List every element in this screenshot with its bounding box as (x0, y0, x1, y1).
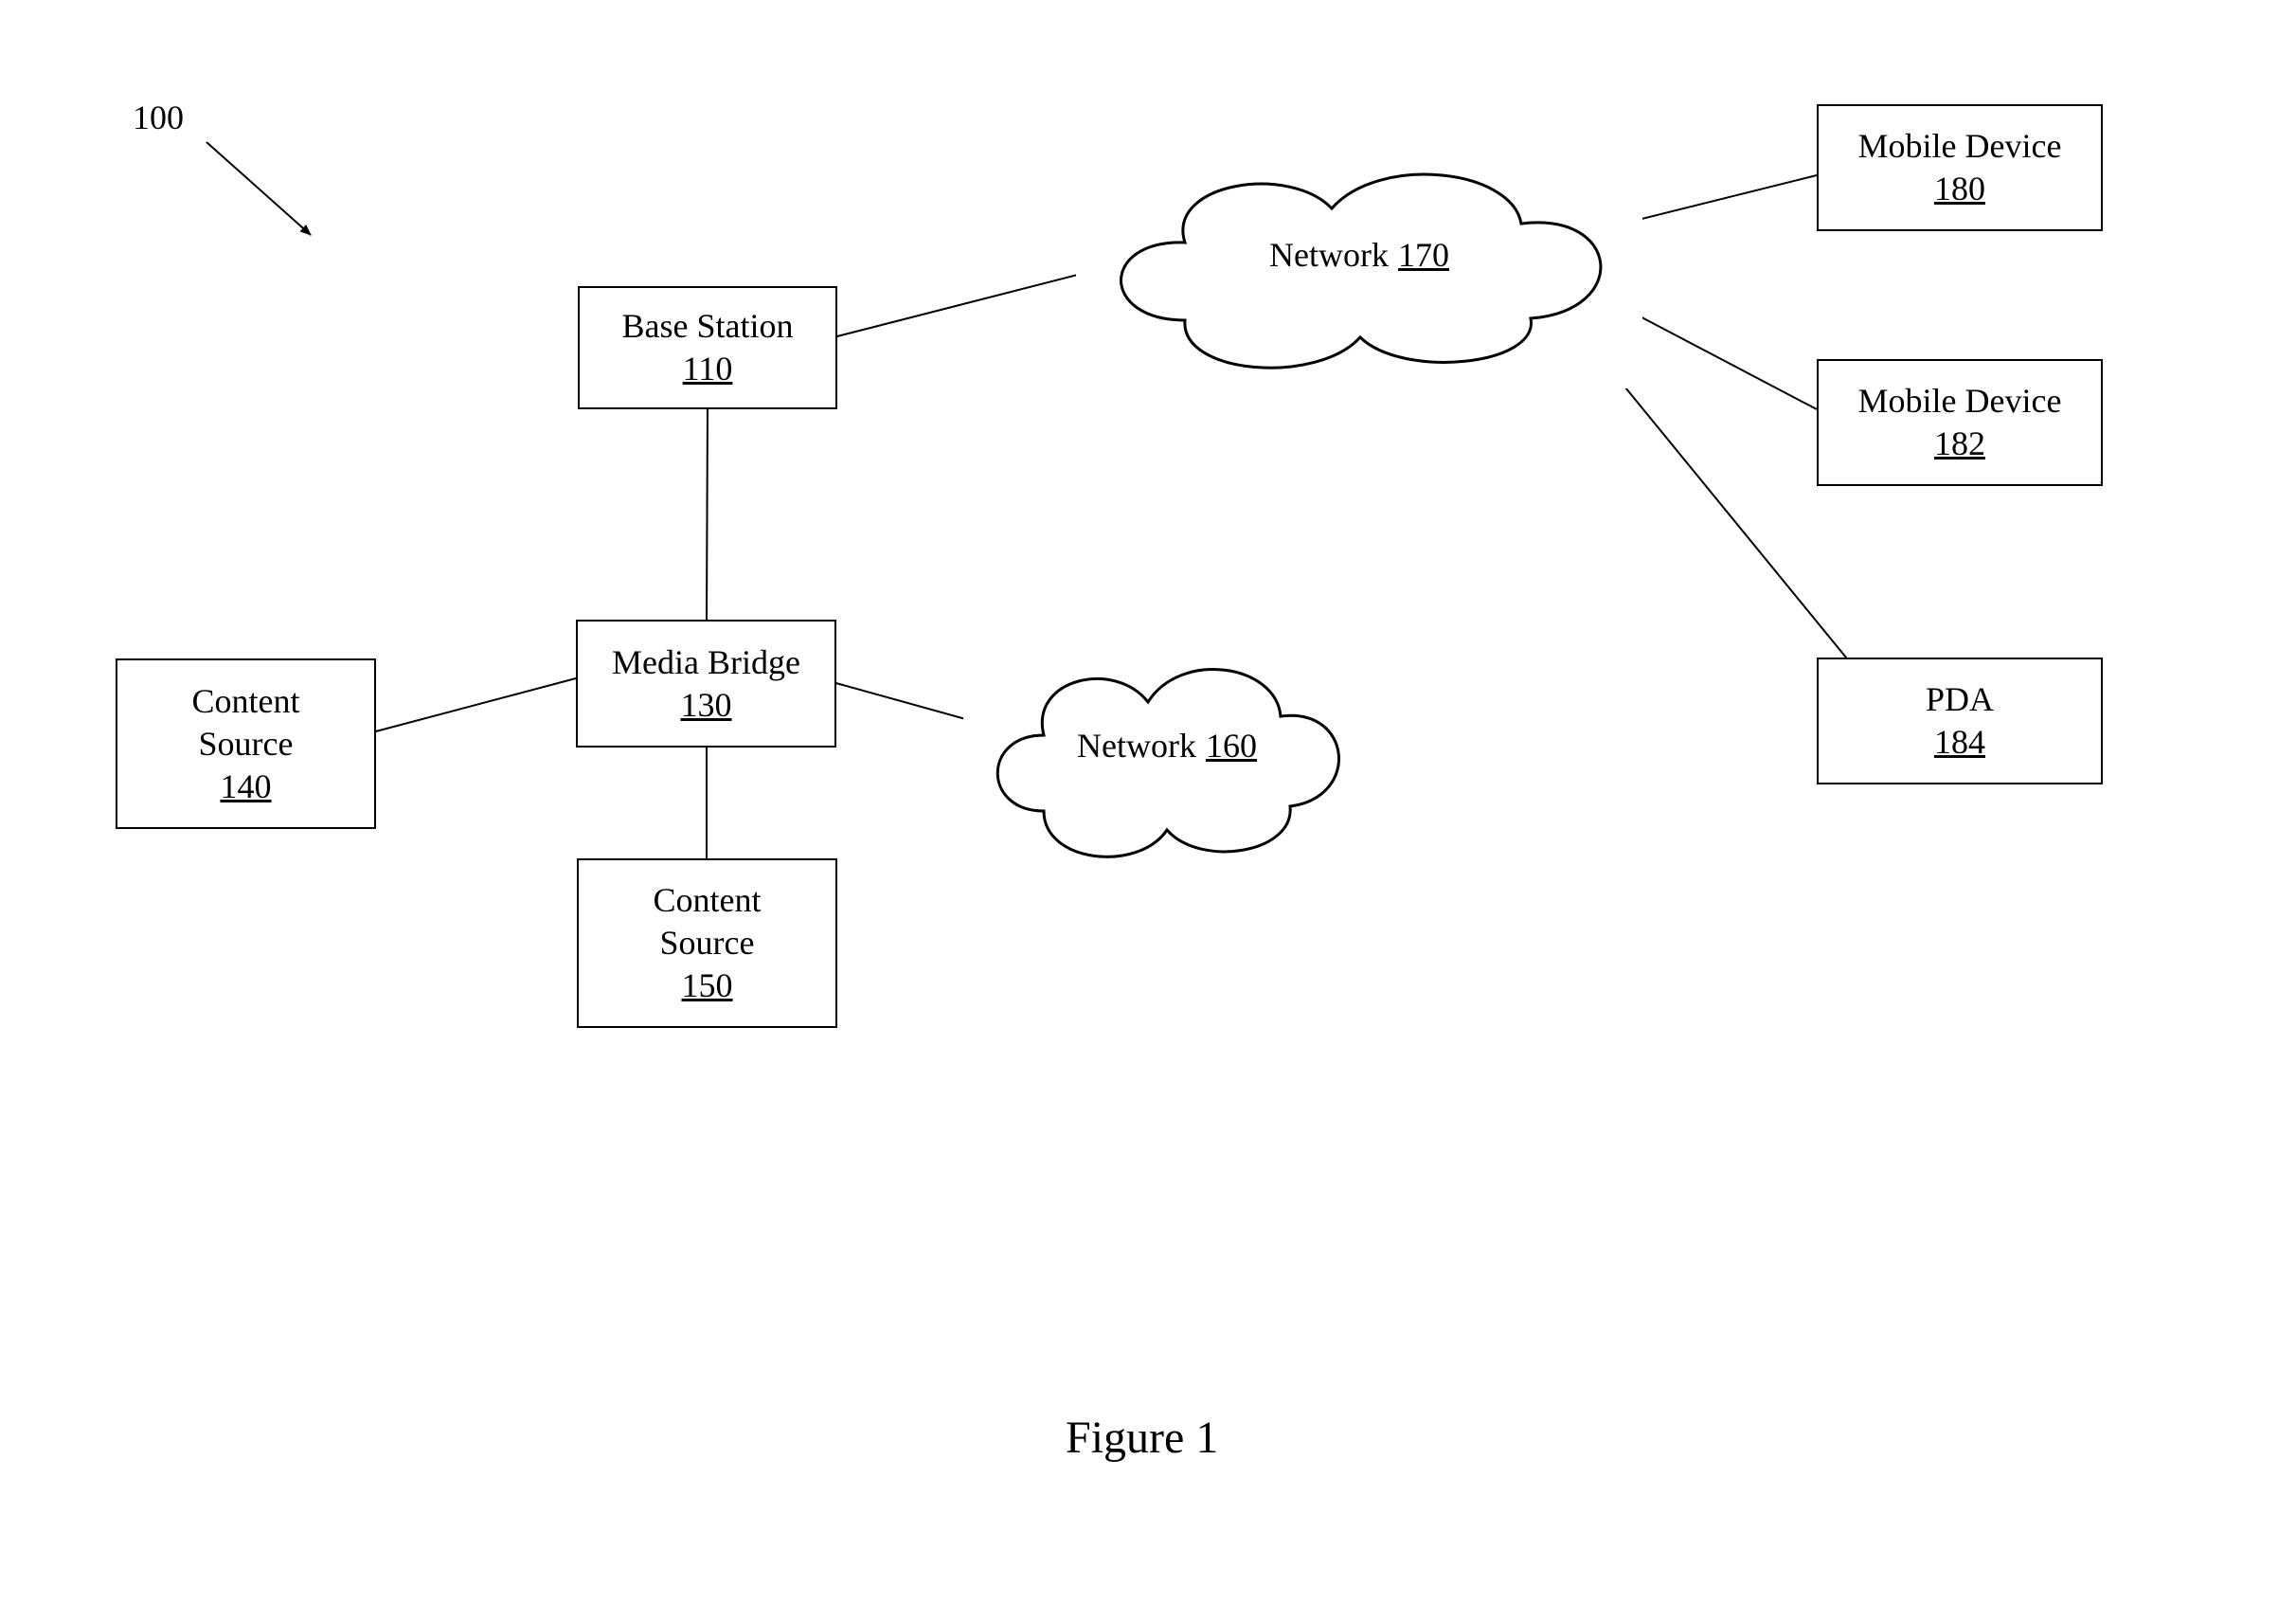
node-network-160: Network 160 (963, 612, 1371, 879)
node-content-source-140: Content Source 140 (116, 658, 376, 829)
content-source-140-label-line1: Content (192, 680, 300, 723)
network-170-label: Network (1269, 234, 1389, 277)
network-160-ref: 160 (1206, 725, 1257, 767)
node-network-170: Network 170 (1076, 121, 1642, 388)
mobile-device-182-label: Mobile Device (1858, 380, 2062, 423)
ref-arrow (206, 142, 311, 235)
figure-caption-text: Figure 1 (1066, 1413, 1218, 1463)
content-source-140-ref: 140 (221, 766, 272, 808)
network-170-ref: 170 (1398, 234, 1449, 277)
media-bridge-label: Media Bridge (612, 641, 800, 684)
edge-content140-mediabridge (372, 678, 576, 732)
network-160-label: Network (1077, 725, 1196, 767)
content-source-150-label-line1: Content (654, 879, 762, 922)
node-base-station: Base Station 110 (578, 286, 837, 409)
base-station-ref: 110 (683, 348, 733, 390)
mobile-device-180-label: Mobile Device (1858, 125, 2062, 168)
node-pda-184: PDA 184 (1817, 658, 2103, 784)
diagram-ref-label-text: 100 (133, 99, 184, 136)
node-mobile-device-180: Mobile Device 180 (1817, 104, 2103, 231)
node-content-source-150: Content Source 150 (577, 858, 837, 1028)
content-source-150-label-line2: Source (660, 922, 755, 964)
diagram-ref-label: 100 (133, 98, 184, 137)
node-media-bridge: Media Bridge 130 (576, 620, 836, 748)
diagram-stage: 100 Base Station 110 Media Bridge 130 Co… (0, 0, 2296, 1622)
pda-184-ref: 184 (1934, 721, 1985, 764)
base-station-label: Base Station (622, 305, 794, 348)
mobile-device-182-ref: 182 (1934, 423, 1985, 465)
mobile-device-180-ref: 180 (1934, 168, 1985, 210)
content-source-150-ref: 150 (682, 964, 733, 1007)
pda-184-label: PDA (1926, 678, 1994, 721)
media-bridge-ref: 130 (681, 684, 732, 727)
content-source-140-label-line2: Source (199, 723, 294, 766)
node-mobile-device-182: Mobile Device 182 (1817, 359, 2103, 486)
edge-basestation-network170 (834, 268, 1103, 337)
edge-basestation-mediabridge (707, 406, 708, 620)
figure-caption: Figure 1 (1066, 1412, 1218, 1464)
